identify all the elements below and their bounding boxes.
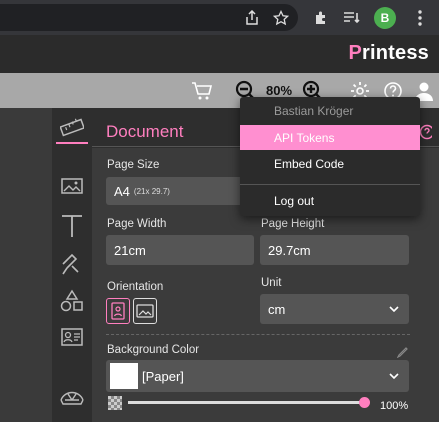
opacity-slider-track[interactable] — [128, 401, 364, 404]
panel-title: Document — [106, 122, 184, 141]
color-swatch — [110, 363, 138, 389]
page-size-select[interactable]: A4 (21x 29.7) — [106, 177, 256, 205]
app-header: Printess — [0, 35, 439, 73]
profile-avatar[interactable]: B — [374, 7, 396, 29]
menu-divider — [240, 184, 420, 185]
menu-user-name: Bastian Kröger — [274, 104, 354, 118]
background-color-value: [Paper] — [142, 368, 184, 384]
user-dropdown-menu: Bastian Kröger API Tokens Embed Code Log… — [240, 97, 420, 216]
landscape-orientation-button[interactable] — [133, 298, 157, 324]
kebab-menu-icon[interactable] — [410, 8, 430, 28]
orientation-label: Orientation — [107, 281, 164, 293]
background-color-label: Background Color — [107, 344, 200, 356]
section-divider — [106, 334, 410, 335]
printess-logo: Printess — [348, 42, 429, 64]
extensions-icon[interactable] — [311, 8, 331, 28]
reading-list-icon[interactable] — [342, 8, 362, 28]
help-icon-partial[interactable] — [418, 124, 435, 145]
page-height-input[interactable]: 29.7cm — [260, 235, 409, 265]
chevron-down-icon — [389, 306, 399, 312]
page-size-label: Page Size — [107, 159, 160, 171]
unit-label: Unit — [261, 277, 282, 289]
menu-item-log-out[interactable]: Log out — [240, 190, 420, 212]
unit-value: cm — [268, 301, 286, 317]
cart-icon[interactable] — [190, 79, 214, 103]
page-width-label: Page Width — [107, 218, 167, 230]
ruler-icon[interactable] — [56, 112, 88, 144]
page-size-dims: (21x 29.7) — [133, 186, 170, 196]
contact-card-icon[interactable] — [56, 321, 88, 353]
bookmark-star-icon[interactable] — [271, 8, 291, 28]
unit-select[interactable]: cm — [260, 294, 409, 324]
page-height-label: Page Height — [261, 218, 325, 230]
menu-item-embed-code[interactable]: Embed Code — [240, 153, 420, 175]
page-size-value: A4 — [114, 183, 130, 199]
pen-icon[interactable] — [56, 248, 88, 280]
canvas-area — [0, 108, 52, 422]
browser-toolbar: B — [0, 0, 439, 35]
shapes-icon[interactable] — [56, 285, 88, 317]
opacity-slider-handle[interactable] — [359, 397, 370, 408]
portrait-orientation-button[interactable] — [106, 298, 130, 324]
chevron-down-icon — [389, 373, 399, 379]
transparency-icon — [108, 396, 122, 410]
image-icon[interactable] — [56, 170, 88, 202]
opacity-value: 100% — [380, 400, 409, 412]
page-width-input[interactable]: 21cm — [106, 235, 254, 265]
binding-icon[interactable] — [56, 380, 88, 412]
share-icon[interactable] — [242, 8, 262, 28]
background-color-select[interactable]: [Paper] — [106, 360, 409, 392]
zoom-level: 80% — [266, 83, 293, 98]
text-icon[interactable] — [56, 210, 88, 242]
menu-item-api-tokens[interactable]: API Tokens — [240, 125, 420, 150]
